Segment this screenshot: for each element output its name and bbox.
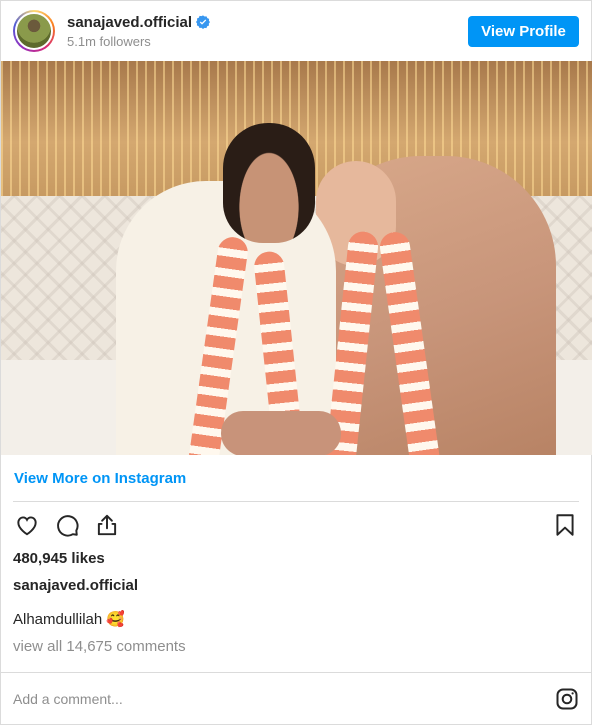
account-username[interactable]: sanajaved.official xyxy=(67,14,192,31)
instagram-logo-icon[interactable] xyxy=(555,687,579,711)
account-info: sanajaved.official 5.1m followers xyxy=(67,14,211,49)
bookmark-icon[interactable] xyxy=(551,511,579,539)
follower-count: 5.1m followers xyxy=(67,33,151,49)
photo-groom-face xyxy=(223,123,315,243)
view-more-on-instagram-link[interactable]: View More on Instagram xyxy=(1,455,591,501)
like-count[interactable]: 480,945 likes xyxy=(1,548,591,570)
add-comment-bar xyxy=(1,672,591,724)
avatar-image xyxy=(15,12,53,50)
share-icon[interactable] xyxy=(93,511,121,539)
post-photo[interactable] xyxy=(1,61,592,455)
post-owner-username[interactable]: sanajaved.official xyxy=(1,576,591,596)
post-caption: Alhamdullilah 🥰 xyxy=(13,611,126,628)
view-all-comments-link[interactable]: view all 14,675 comments xyxy=(1,637,591,657)
verified-badge-icon xyxy=(196,15,211,29)
avatar[interactable] xyxy=(13,10,55,52)
instagram-embed-card: sanajaved.official 5.1m followers View P… xyxy=(0,0,592,725)
post-header: sanajaved.official 5.1m followers View P… xyxy=(1,1,591,61)
username-row: sanajaved.official xyxy=(67,14,211,31)
action-bar xyxy=(1,502,591,548)
comment-icon[interactable] xyxy=(53,511,81,539)
comment-input[interactable] xyxy=(13,690,555,707)
heart-icon[interactable] xyxy=(13,511,41,539)
view-profile-button[interactable]: View Profile xyxy=(468,15,579,47)
photo-hands xyxy=(221,411,341,455)
